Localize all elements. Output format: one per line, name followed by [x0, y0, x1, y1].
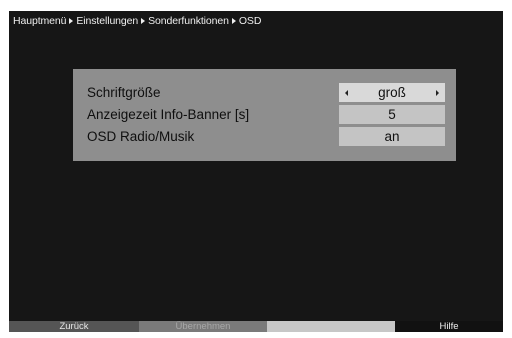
breadcrumb-separator-icon: [141, 17, 146, 24]
back-button[interactable]: Zurück: [9, 321, 139, 332]
font-size-selector[interactable]: groß: [339, 83, 445, 102]
setting-label: Anzeigezeit Info-Banner [s]: [87, 107, 250, 122]
apply-button[interactable]: Übernehmen: [139, 321, 267, 332]
setting-row-font-size[interactable]: Schriftgröße groß: [73, 83, 456, 103]
breadcrumb-item-einstellungen[interactable]: Einstellungen: [76, 15, 138, 27]
arrow-left-icon[interactable]: [345, 90, 348, 96]
setting-label: Schriftgröße: [87, 85, 161, 100]
tv-osd-screen: Hauptmenü Einstellungen Sonderfunktionen OS…: [9, 11, 503, 332]
arrow-right-icon[interactable]: [436, 90, 439, 96]
breadcrumb-item-osd: OSD: [238, 15, 262, 27]
yellow-button[interactable]: [267, 321, 395, 332]
setting-label: OSD Radio/Musik: [87, 129, 195, 144]
color-key-bar: Zurück Übernehmen Hilfe: [9, 321, 503, 332]
setting-row-osd-radio-music[interactable]: OSD Radio/Musik an: [73, 127, 456, 147]
breadcrumb-separator-icon: [231, 17, 236, 24]
info-banner-time-value[interactable]: 5: [339, 105, 445, 124]
osd-radio-music-value[interactable]: an: [339, 127, 445, 146]
setting-value: groß: [378, 85, 406, 100]
breadcrumb: Hauptmenü Einstellungen Sonderfunktionen OS…: [13, 15, 261, 29]
breadcrumb-item-sonderfunktionen[interactable]: Sonderfunktionen: [148, 15, 229, 27]
breadcrumb-item-hauptmenu[interactable]: Hauptmenü: [13, 15, 66, 27]
setting-row-info-banner-time[interactable]: Anzeigezeit Info-Banner [s] 5: [73, 105, 456, 125]
settings-panel: Schriftgröße groß Anzeigezeit Info-Banne…: [73, 69, 456, 161]
help-button[interactable]: Hilfe: [395, 321, 503, 332]
breadcrumb-separator-icon: [69, 17, 74, 24]
